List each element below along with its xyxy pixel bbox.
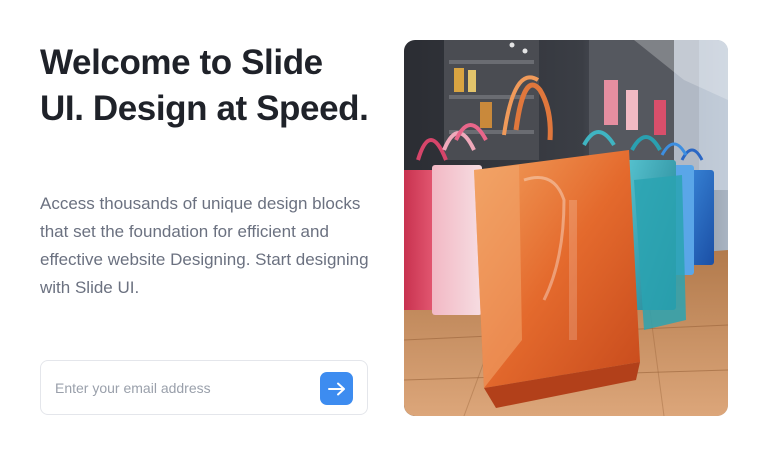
hero-description: Access thousands of unique design blocks… xyxy=(40,194,369,297)
hero-headline: Welcome to Slide UI. Design at Speed. xyxy=(40,43,369,128)
email-input[interactable] xyxy=(55,369,305,406)
arrow-right-icon xyxy=(327,382,345,395)
submit-button[interactable] xyxy=(320,372,353,405)
hero-section: Welcome to Slide UI. Design at Speed. Ac… xyxy=(0,0,768,457)
email-signup-form xyxy=(40,360,368,415)
hero-image-shopping-bags xyxy=(404,40,728,416)
